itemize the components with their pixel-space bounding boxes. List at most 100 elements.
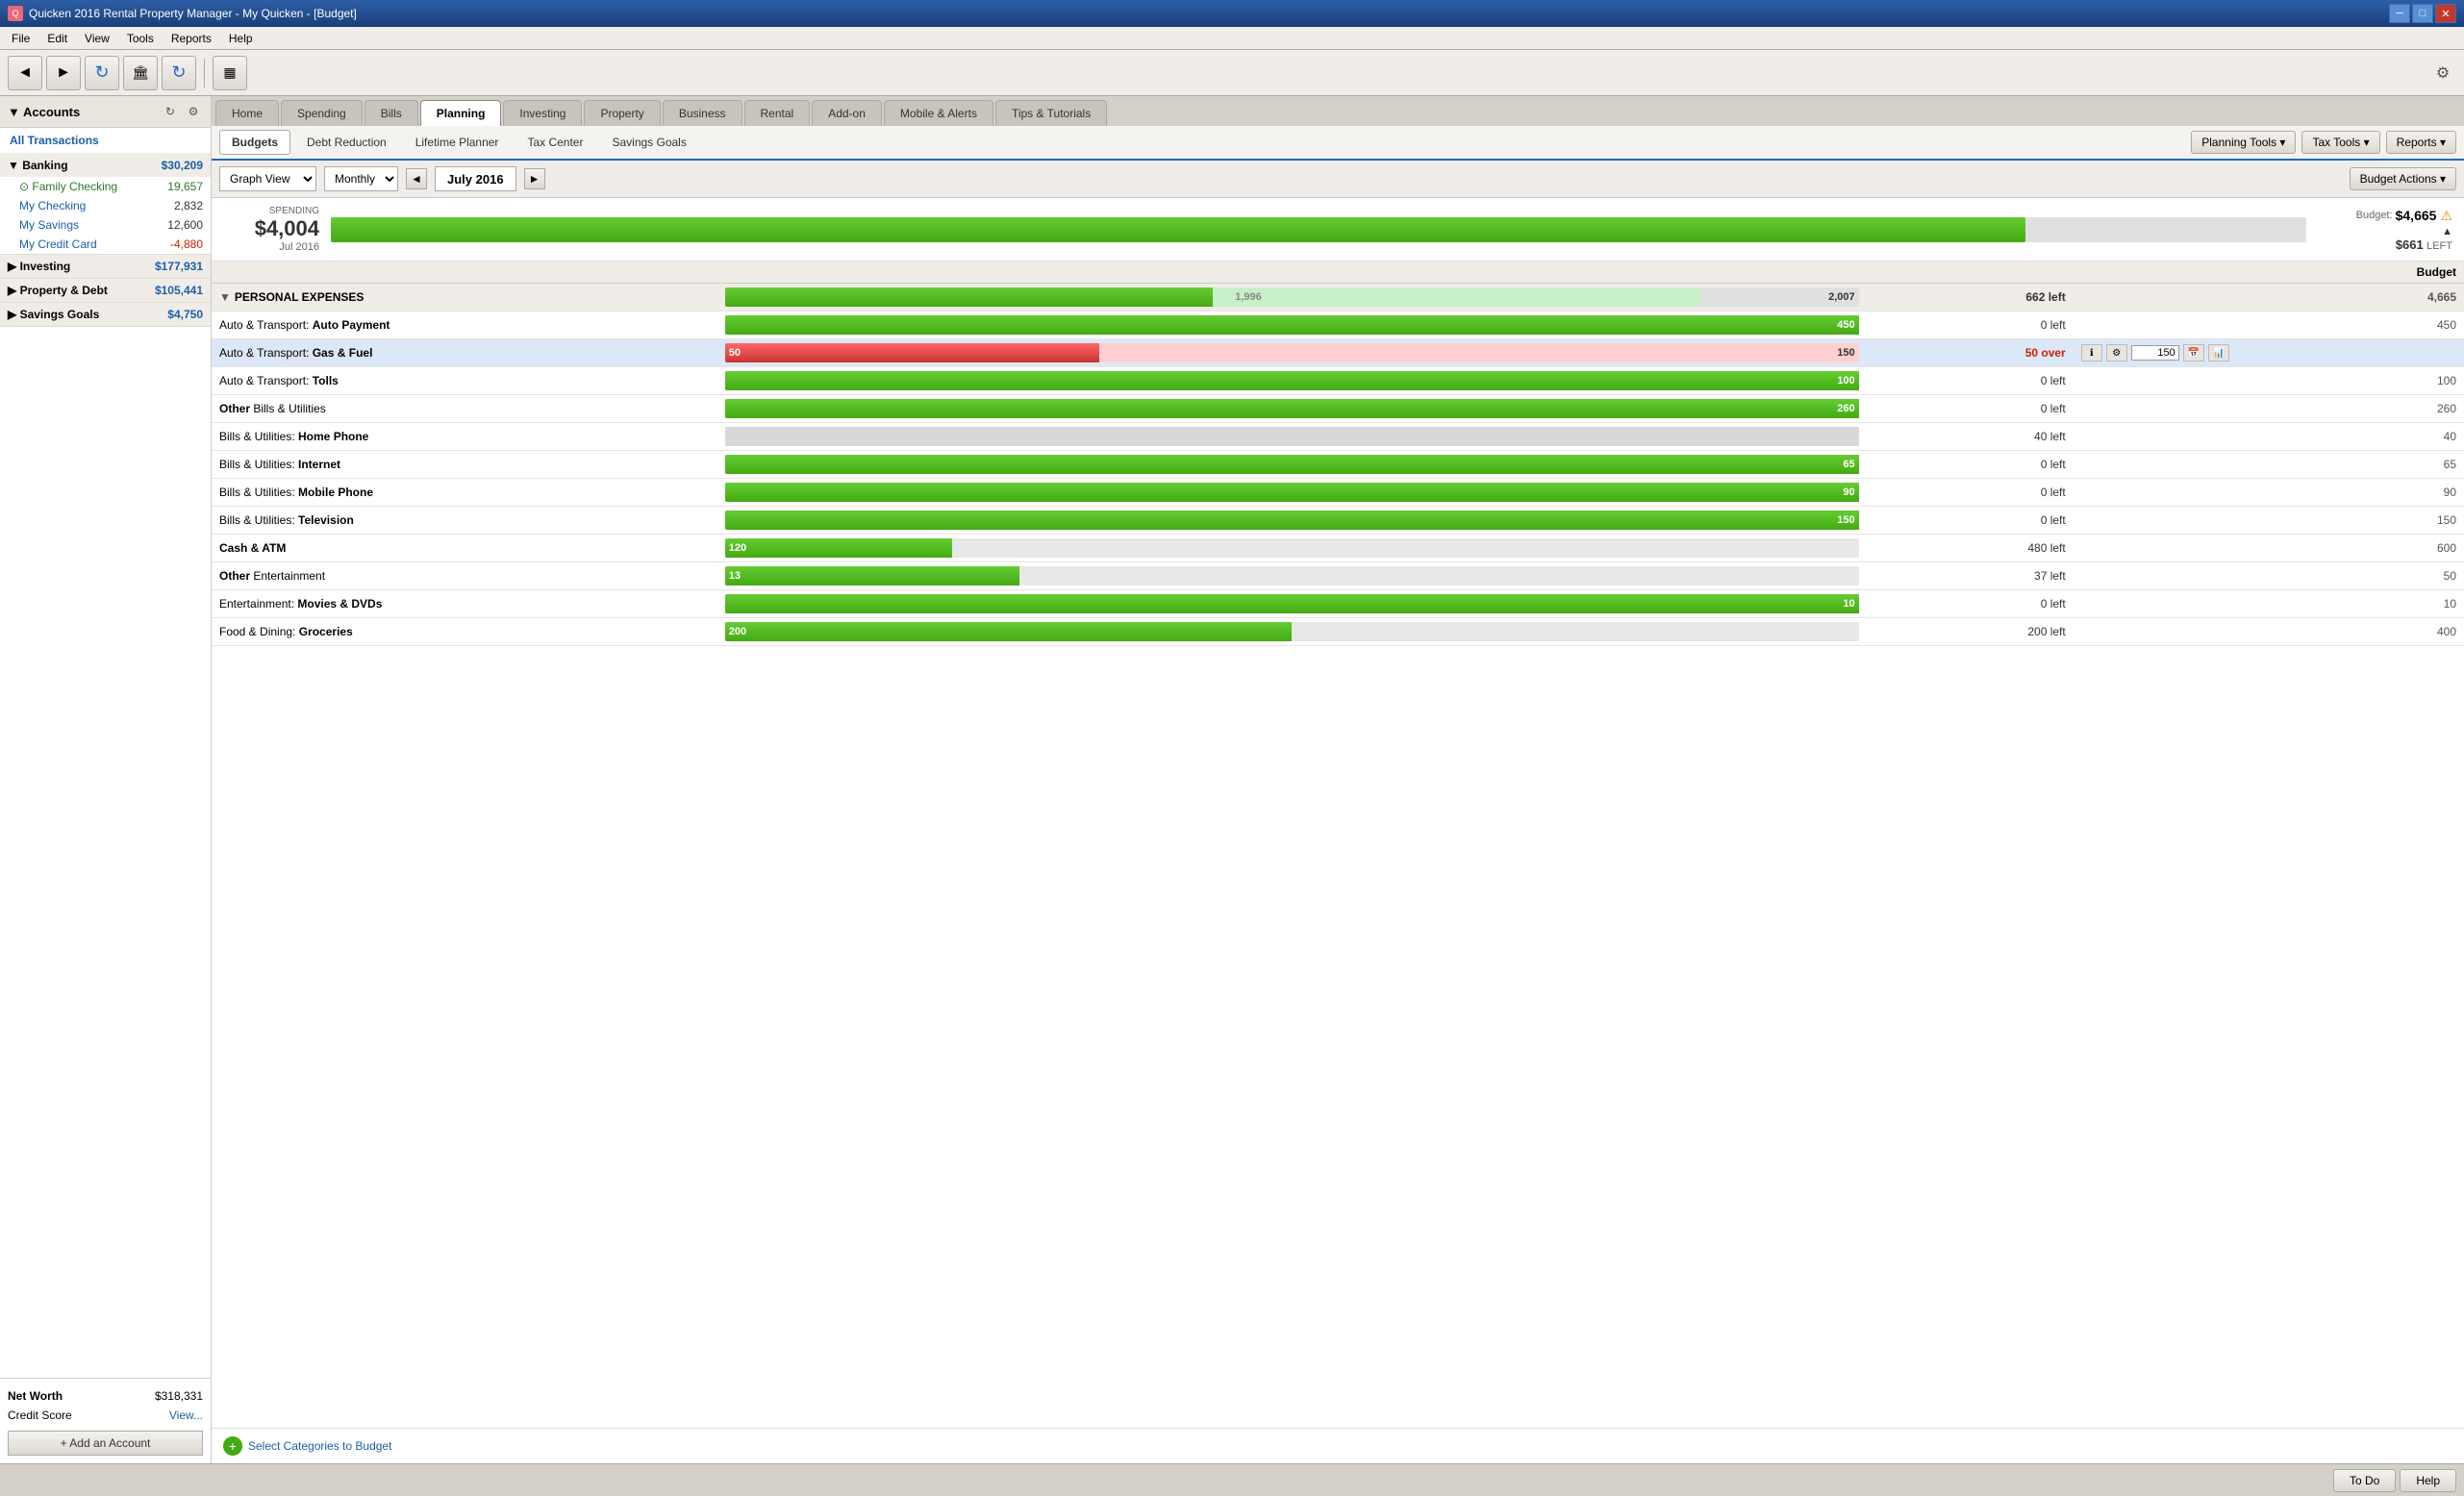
- next-period-button[interactable]: ►: [524, 168, 545, 189]
- content-area: Home Spending Bills Planning Investing P…: [212, 96, 2464, 1463]
- row-groceries: Food & Dining: Groceries 200 200 left 40…: [212, 618, 2464, 646]
- tab-spending[interactable]: Spending: [281, 100, 363, 126]
- budget-home-phone: 40: [2074, 423, 2464, 451]
- cat-cash-atm: Cash & ATM: [212, 535, 717, 562]
- status-gas-fuel: 50 over: [1867, 339, 2074, 367]
- refresh-button[interactable]: ↻: [85, 56, 119, 90]
- bar-movies-dvds: 10: [717, 590, 1867, 618]
- add-account-button[interactable]: + Add an Account: [8, 1431, 203, 1456]
- minimize-button[interactable]: ─: [2389, 4, 2410, 23]
- bar-other-entertainment: 13: [717, 562, 1867, 590]
- budget-actions-button[interactable]: Budget Actions ▾: [2350, 167, 2456, 190]
- budget-input-gas-fuel[interactable]: [2131, 345, 2179, 361]
- planning-tools-button[interactable]: Planning Tools ▾: [2191, 131, 2296, 154]
- reports-button[interactable]: Reports ▾: [2386, 131, 2456, 154]
- subtab-debt-reduction[interactable]: Debt Reduction: [294, 130, 399, 155]
- tab-business[interactable]: Business: [663, 100, 742, 126]
- calendar-button-gas-fuel[interactable]: 📅: [2183, 344, 2204, 362]
- savings-goals-group-header[interactable]: ▶ Savings Goals $4,750: [0, 303, 211, 326]
- account-item-my-savings[interactable]: My Savings 12,600: [0, 215, 211, 235]
- spending-period: Jul 2016: [223, 241, 319, 253]
- tab-rental[interactable]: Rental: [744, 100, 811, 126]
- status-other-entertainment: 37 left: [1867, 562, 2074, 590]
- subtab-budgets[interactable]: Budgets: [219, 130, 290, 155]
- menu-tools[interactable]: Tools: [119, 30, 162, 47]
- tab-planning[interactable]: Planning: [420, 100, 502, 126]
- cat-tolls: Auto & Transport: Tolls: [212, 367, 717, 395]
- gear-settings-button[interactable]: ⚙: [2429, 60, 2456, 87]
- account-item-my-checking[interactable]: My Checking 2,832: [0, 196, 211, 215]
- add-categories-link[interactable]: Select Categories to Budget: [248, 1439, 391, 1453]
- grid-button[interactable]: ▦: [213, 56, 247, 90]
- subtab-savings-goals[interactable]: Savings Goals: [599, 130, 698, 155]
- bar-cash-atm: 120: [717, 535, 1867, 562]
- menu-reports[interactable]: Reports: [163, 30, 219, 47]
- help-button[interactable]: Help: [2400, 1469, 2456, 1492]
- tab-mobile-alerts[interactable]: Mobile & Alerts: [884, 100, 993, 126]
- tab-tips-tutorials[interactable]: Tips & Tutorials: [995, 100, 1107, 126]
- account-item-my-credit-card[interactable]: My Credit Card -4,880: [0, 235, 211, 254]
- menu-view[interactable]: View: [77, 30, 117, 47]
- settings-button-gas-fuel[interactable]: ⚙: [2106, 344, 2127, 362]
- budget-mobile-phone: 90: [2074, 479, 2464, 507]
- left-amount: $661: [2396, 237, 2424, 252]
- tab-property[interactable]: Property: [584, 100, 660, 126]
- bar-internet: 65: [717, 451, 1867, 479]
- row-tolls: Auto & Transport: Tolls 100 0 left 100: [212, 367, 2464, 395]
- back-button[interactable]: ◄: [8, 56, 42, 90]
- refresh2-button[interactable]: ↻: [162, 56, 196, 90]
- tab-bills[interactable]: Bills: [365, 100, 418, 126]
- info-button-gas-fuel[interactable]: ℹ: [2081, 344, 2102, 362]
- main-progress-container: [331, 217, 2306, 242]
- bar-tolls: 100: [717, 367, 1867, 395]
- accounts-title: ▼ Accounts: [8, 105, 80, 119]
- forward-button[interactable]: ►: [46, 56, 81, 90]
- chart-button-gas-fuel[interactable]: 📊: [2208, 344, 2229, 362]
- add-categories-icon[interactable]: +: [223, 1436, 242, 1456]
- bar-groceries: 200: [717, 618, 1867, 646]
- budget-table-container: Budget ▼PERSONAL EXPENSES 1,996: [212, 262, 2464, 1428]
- cat-other-entertainment: Other Entertainment: [212, 562, 717, 590]
- todo-button[interactable]: To Do: [2333, 1469, 2396, 1492]
- cat-groceries: Food & Dining: Groceries: [212, 618, 717, 646]
- toolbar: ◄ ► ↻ 🏛 ↻ ▦ ⚙: [0, 50, 2464, 96]
- subtab-tax-center[interactable]: Tax Center: [515, 130, 595, 155]
- maximize-button[interactable]: □: [2412, 4, 2433, 23]
- row-auto-payment: Auto & Transport: Auto Payment 450 0 lef…: [212, 312, 2464, 339]
- budget-toolbar: Graph View Annual View Monthly Weekly Da…: [212, 161, 2464, 198]
- budget-scroll-up[interactable]: ▲: [2442, 226, 2452, 237]
- tab-home[interactable]: Home: [215, 100, 279, 126]
- property-group-header[interactable]: ▶ Property & Debt $105,441: [0, 279, 211, 302]
- prev-period-button[interactable]: ◄: [406, 168, 427, 189]
- tab-investing[interactable]: Investing: [503, 100, 582, 126]
- tab-addon[interactable]: Add-on: [812, 100, 882, 126]
- menu-edit[interactable]: Edit: [39, 30, 75, 47]
- bar-other-bills: 260: [717, 395, 1867, 423]
- home-button[interactable]: 🏛: [123, 56, 158, 90]
- cat-television: Bills & Utilities: Television: [212, 507, 717, 535]
- banking-group-header[interactable]: ▼ Banking $30,209: [0, 154, 211, 177]
- view-select[interactable]: Graph View Annual View: [219, 166, 316, 191]
- status-television: 0 left: [1867, 507, 2074, 535]
- accounts-settings-icon[interactable]: ⚙: [184, 102, 203, 121]
- status-mobile-phone: 0 left: [1867, 479, 2074, 507]
- close-button[interactable]: ✕: [2435, 4, 2456, 23]
- menu-help[interactable]: Help: [221, 30, 261, 47]
- menu-file[interactable]: File: [4, 30, 38, 47]
- savings-goals-group: ▶ Savings Goals $4,750: [0, 303, 211, 327]
- group-budget-personal-expenses: 4,665: [2074, 284, 2464, 312]
- subtab-lifetime-planner[interactable]: Lifetime Planner: [403, 130, 512, 155]
- bar-mobile-phone: 90: [717, 479, 1867, 507]
- refresh-accounts-icon[interactable]: ↻: [161, 102, 180, 121]
- banking-balance: $30,209: [162, 159, 203, 172]
- period-select[interactable]: Monthly Weekly Daily: [324, 166, 398, 191]
- investing-group-header[interactable]: ▶ Investing $177,931: [0, 255, 211, 278]
- cat-movies-dvds: Entertainment: Movies & DVDs: [212, 590, 717, 618]
- property-group: ▶ Property & Debt $105,441: [0, 279, 211, 303]
- row-gas-fuel: Auto & Transport: Gas & Fuel 50 150 50 o…: [212, 339, 2464, 367]
- account-item-family-checking[interactable]: ⊙ Family Checking 19,657: [0, 177, 211, 196]
- budget-warning-icon: ⚠: [2440, 208, 2452, 224]
- tax-tools-button[interactable]: Tax Tools ▾: [2301, 131, 2379, 154]
- credit-score-view-link[interactable]: View...: [169, 1409, 203, 1422]
- all-transactions-link[interactable]: All Transactions: [0, 128, 211, 154]
